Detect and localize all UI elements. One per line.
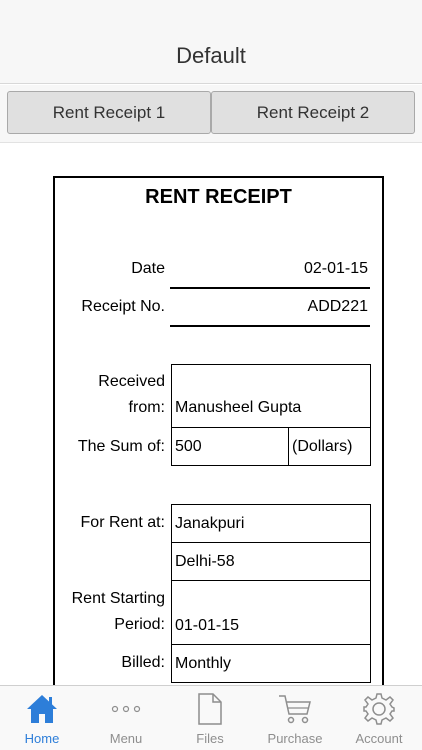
cart-icon: [253, 692, 337, 726]
address-line-2-field[interactable]: Delhi-58: [171, 542, 371, 581]
segmented-control: Rent Receipt 1 Rent Receipt 2: [0, 85, 422, 143]
file-icon: [168, 692, 252, 726]
tab-purchase[interactable]: Purchase: [253, 686, 337, 750]
tab-files[interactable]: Files: [168, 686, 252, 750]
tab-rent-receipt-2[interactable]: Rent Receipt 2: [211, 91, 415, 134]
receipt-scroll-area[interactable]: RENT RECEIPT Date 02-01-15 Receipt No. A…: [0, 144, 422, 685]
billed-value: Monthly: [175, 655, 232, 672]
date-underline: [170, 287, 370, 289]
period-value: 01-01-15: [175, 617, 240, 634]
billed-label: Billed:: [121, 654, 165, 671]
billed-field[interactable]: Monthly: [171, 644, 371, 683]
date-label: Date: [131, 260, 165, 277]
page-title: Default: [176, 43, 246, 68]
tab-menu[interactable]: Menu: [84, 686, 168, 750]
home-icon: [0, 692, 84, 726]
period-field[interactable]: 01-01-15: [171, 580, 371, 645]
tab-account-label: Account: [355, 731, 403, 746]
sum-value: 500: [175, 438, 202, 455]
tab-menu-label: Menu: [109, 731, 143, 746]
received-from-label: from:: [128, 399, 165, 416]
receipt-title: RENT RECEIPT: [145, 186, 292, 208]
rent-receipt-form: RENT RECEIPT Date 02-01-15 Receipt No. A…: [53, 176, 384, 685]
date-value[interactable]: 02-01-15: [170, 260, 368, 278]
navigation-bar: Default: [0, 0, 422, 84]
period-label-2: Period:: [114, 616, 165, 633]
tab-home-label: Home: [24, 731, 60, 746]
tab-purchase-label: Purchase: [267, 731, 323, 746]
tab-account[interactable]: Account: [337, 686, 421, 750]
received-from-value: Manusheel Gupta: [175, 399, 302, 416]
received-from-field[interactable]: Manusheel Gupta: [171, 364, 371, 428]
period-label: Rent Starting: [71, 590, 165, 607]
currency-value: (Dollars): [292, 438, 353, 455]
receipt-no-label: Receipt No.: [81, 298, 165, 315]
currency-field: (Dollars): [288, 427, 371, 466]
gear-icon: [337, 692, 421, 726]
address-line-2-value: Delhi-58: [175, 553, 235, 570]
sum-label: The Sum of:: [77, 438, 165, 455]
more-icon: [84, 692, 168, 726]
tab-files-label: Files: [196, 731, 224, 746]
rent-at-label: For Rent at:: [80, 514, 165, 531]
tab-rent-receipt-1[interactable]: Rent Receipt 1: [7, 91, 211, 134]
receipt-no-underline: [170, 325, 370, 327]
tab-bar: Home Menu Files Purchase Account: [0, 685, 422, 750]
address-line-1-field[interactable]: Janakpuri: [171, 504, 371, 543]
address-line-1-value: Janakpuri: [175, 515, 245, 532]
receipt-no-value[interactable]: ADD221: [170, 298, 368, 316]
sum-field[interactable]: 500: [171, 427, 289, 466]
received-label: Received: [98, 373, 165, 390]
tab-home[interactable]: Home: [0, 686, 84, 750]
